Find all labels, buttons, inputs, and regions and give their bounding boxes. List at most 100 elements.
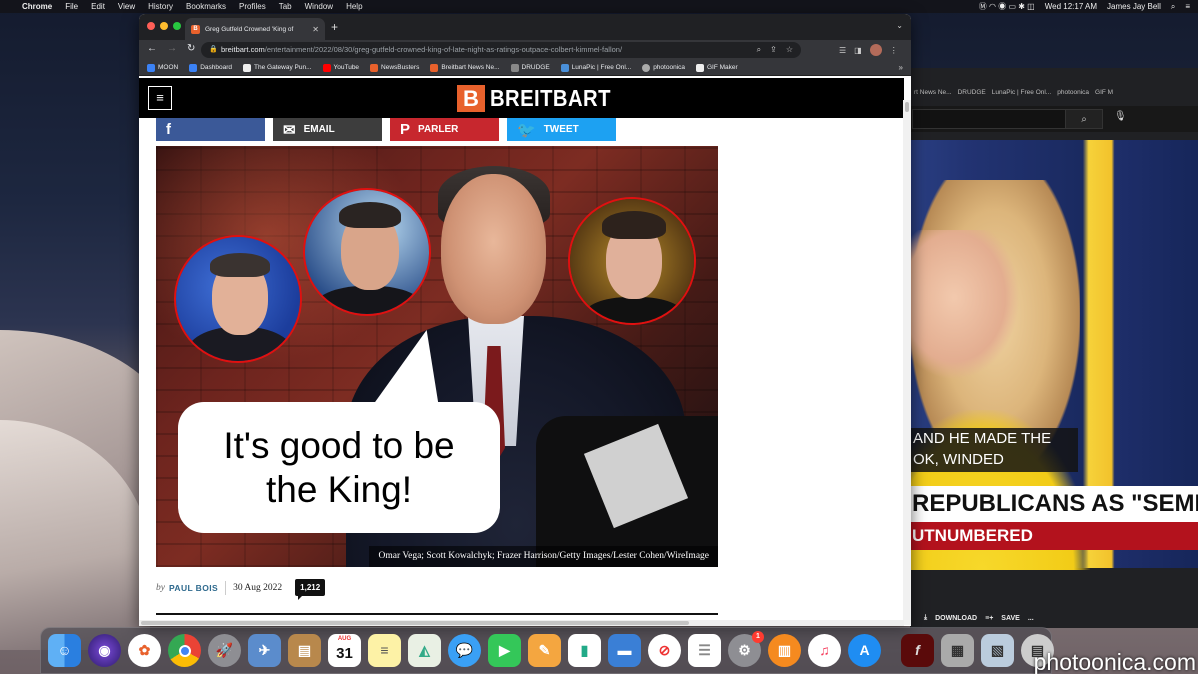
menu-window[interactable]: Window bbox=[305, 2, 333, 11]
more-button[interactable]: ... bbox=[1028, 615, 1034, 622]
lock-icon[interactable]: 🔒 bbox=[209, 42, 218, 58]
download-icon[interactable]: ⤓ bbox=[924, 614, 927, 622]
forward-button[interactable]: → bbox=[167, 43, 177, 54]
news-icon[interactable]: ⊘ bbox=[648, 634, 681, 667]
spotlight-icon[interactable]: ⌕ bbox=[1171, 2, 1175, 12]
pages-icon[interactable]: ✎ bbox=[528, 634, 561, 667]
menubar-clock[interactable]: Wed 12:17 AM bbox=[1045, 2, 1097, 11]
menu-edit[interactable]: Edit bbox=[91, 2, 105, 11]
numbers-icon[interactable]: ▮ bbox=[568, 634, 601, 667]
vertical-scrollbar[interactable] bbox=[903, 100, 911, 625]
close-tab-icon[interactable]: ✕ bbox=[312, 25, 319, 34]
more-bookmarks-icon[interactable]: » bbox=[899, 63, 903, 72]
reminders-icon[interactable]: ☰ bbox=[688, 634, 721, 667]
music-icon[interactable]: ♫ bbox=[808, 634, 841, 667]
hamburger-menu-icon[interactable]: ≡ bbox=[148, 86, 172, 110]
preview-icon[interactable]: ✈ bbox=[248, 634, 281, 667]
scrollbar-thumb[interactable] bbox=[141, 621, 689, 625]
new-tab-button[interactable]: + bbox=[331, 20, 338, 34]
author-link[interactable]: PAUL BOIS bbox=[169, 583, 218, 593]
twitter-share-button[interactable]: 🐦 TWEET bbox=[507, 118, 616, 141]
side-bookmark[interactable]: rt News Ne... bbox=[914, 89, 952, 96]
preview-document-icon[interactable]: ▧ bbox=[981, 634, 1014, 667]
flash-player-icon[interactable]: f bbox=[901, 634, 934, 667]
side-bookmark[interactable]: photoonica bbox=[1057, 89, 1089, 96]
back-button[interactable]: ← bbox=[147, 43, 157, 54]
side-bookmark[interactable]: DRUDGE bbox=[958, 89, 986, 96]
side-bookmark[interactable]: LunaPic | Free Onl... bbox=[992, 89, 1052, 96]
calendar-icon[interactable]: AUG 31 bbox=[328, 634, 361, 667]
archive-utility-icon[interactable]: ▦ bbox=[941, 634, 974, 667]
search-icon[interactable]: ⌕ bbox=[1065, 109, 1103, 129]
maps-icon[interactable]: ◭ bbox=[408, 634, 441, 667]
keynote-icon[interactable]: ▬ bbox=[608, 634, 641, 667]
window-controls bbox=[147, 22, 181, 30]
control-center-icon[interactable]: ≡ bbox=[1185, 2, 1190, 11]
side-panel-icon[interactable]: ◨ bbox=[854, 46, 862, 55]
menu-history[interactable]: History bbox=[148, 2, 173, 11]
address-bar[interactable]: 🔒 breitbart.com/entertainment/2022/08/30… bbox=[201, 42, 801, 58]
menu-tab[interactable]: Tab bbox=[279, 2, 292, 11]
bookmark-newsbusters[interactable]: NewsBusters bbox=[370, 63, 419, 72]
comment-count-badge[interactable]: 1,212 bbox=[295, 579, 326, 600]
menu-file[interactable]: File bbox=[65, 2, 78, 11]
breitbart-logo[interactable]: B BREITBART bbox=[457, 85, 627, 112]
microphone-icon[interactable]: 🎙 bbox=[1114, 111, 1127, 122]
zoom-icon[interactable]: ⌕ bbox=[757, 42, 761, 58]
photos-icon[interactable]: ✿ bbox=[128, 634, 161, 667]
notes-icon[interactable]: ≡ bbox=[368, 634, 401, 667]
share-icon[interactable]: ⇪ bbox=[770, 42, 777, 58]
bookmark-label: photoonica bbox=[653, 64, 685, 71]
minimize-window-button[interactable] bbox=[160, 22, 168, 30]
side-bookmark[interactable]: GIF M bbox=[1095, 89, 1113, 96]
chrome-window: B Greg Gutfeld Crowned 'King of ✕ + ⌄ ← … bbox=[139, 14, 911, 626]
menu-view[interactable]: View bbox=[118, 2, 135, 11]
save-button[interactable]: SAVE bbox=[1001, 615, 1020, 622]
messages-icon[interactable]: 💬 bbox=[448, 634, 481, 667]
save-playlist-icon[interactable]: ≡+ bbox=[985, 615, 993, 622]
horizontal-scrollbar[interactable] bbox=[139, 620, 904, 626]
photo-credit: Omar Vega; Scott Kowalchyk; Frazer Harri… bbox=[369, 546, 718, 567]
close-window-button[interactable] bbox=[147, 22, 155, 30]
menu-bookmarks[interactable]: Bookmarks bbox=[186, 2, 226, 11]
tab-search-chevron-icon[interactable]: ⌄ bbox=[896, 21, 903, 30]
reload-button[interactable]: ↻ bbox=[187, 43, 195, 54]
bookmark-gateway-pundit[interactable]: The Gateway Pun... bbox=[243, 63, 312, 72]
download-button[interactable]: DOWNLOAD bbox=[935, 615, 977, 622]
status-icons[interactable]: Ⓜ ◠ ◉ ▭ ✱ ◫ bbox=[979, 1, 1035, 12]
notes-folder-icon[interactable]: ▤ bbox=[288, 634, 321, 667]
bookmark-moon[interactable]: MOON bbox=[147, 63, 178, 72]
zoom-window-button[interactable] bbox=[173, 22, 181, 30]
bookmark-star-icon[interactable]: ☆ bbox=[786, 42, 793, 58]
scrollbar-thumb[interactable] bbox=[905, 102, 909, 112]
bookmark-drudge[interactable]: DRUDGE bbox=[510, 63, 550, 72]
app-menu[interactable]: Chrome bbox=[22, 2, 52, 11]
bookmark-dashboard[interactable]: Dashboard bbox=[189, 63, 232, 72]
finder-icon[interactable]: ☺ bbox=[48, 634, 81, 667]
app-store-icon[interactable]: A bbox=[848, 634, 881, 667]
parler-share-button[interactable]: P PARLER bbox=[390, 118, 499, 141]
bookmark-youtube[interactable]: YouTube bbox=[322, 63, 359, 72]
chrome-icon[interactable] bbox=[168, 634, 201, 667]
system-preferences-icon[interactable]: ⚙ 1 bbox=[728, 631, 764, 667]
facetime-icon[interactable]: ▶ bbox=[488, 634, 521, 667]
bookmark-photoonica[interactable]: photoonica bbox=[642, 63, 685, 72]
email-share-button[interactable]: ✉ EMAIL bbox=[273, 118, 382, 141]
reading-list-icon[interactable]: ☰ bbox=[839, 46, 846, 55]
siri-icon[interactable]: ◉ bbox=[88, 634, 121, 667]
bookmark-lunapic[interactable]: LunaPic | Free Onl... bbox=[560, 63, 631, 72]
menu-help[interactable]: Help bbox=[346, 2, 362, 11]
video-player[interactable]: AND HE MADE THE OK, WINDED REPUBLICANS A… bbox=[910, 140, 1198, 570]
chrome-menu-icon[interactable]: ⋮ bbox=[890, 46, 898, 55]
tab-active[interactable]: B Greg Gutfeld Crowned 'King of ✕ bbox=[185, 18, 325, 40]
bookmark-breitbart[interactable]: Breitbart News Ne... bbox=[430, 63, 500, 72]
article-hero-image[interactable]: It's good to be the King! Omar Vega; Sco… bbox=[156, 146, 718, 567]
bookmark-gif-maker[interactable]: GIF Maker bbox=[696, 63, 738, 72]
profile-avatar[interactable] bbox=[869, 44, 882, 56]
speech-bubble-text: It's good to be the King! bbox=[223, 425, 455, 510]
launchpad-icon[interactable]: 🚀 bbox=[208, 634, 241, 667]
menubar-user[interactable]: James Jay Bell bbox=[1107, 2, 1161, 11]
facebook-share-button[interactable]: f bbox=[156, 118, 265, 141]
menu-profiles[interactable]: Profiles bbox=[239, 2, 266, 11]
books-icon[interactable]: ▥ bbox=[768, 634, 801, 667]
